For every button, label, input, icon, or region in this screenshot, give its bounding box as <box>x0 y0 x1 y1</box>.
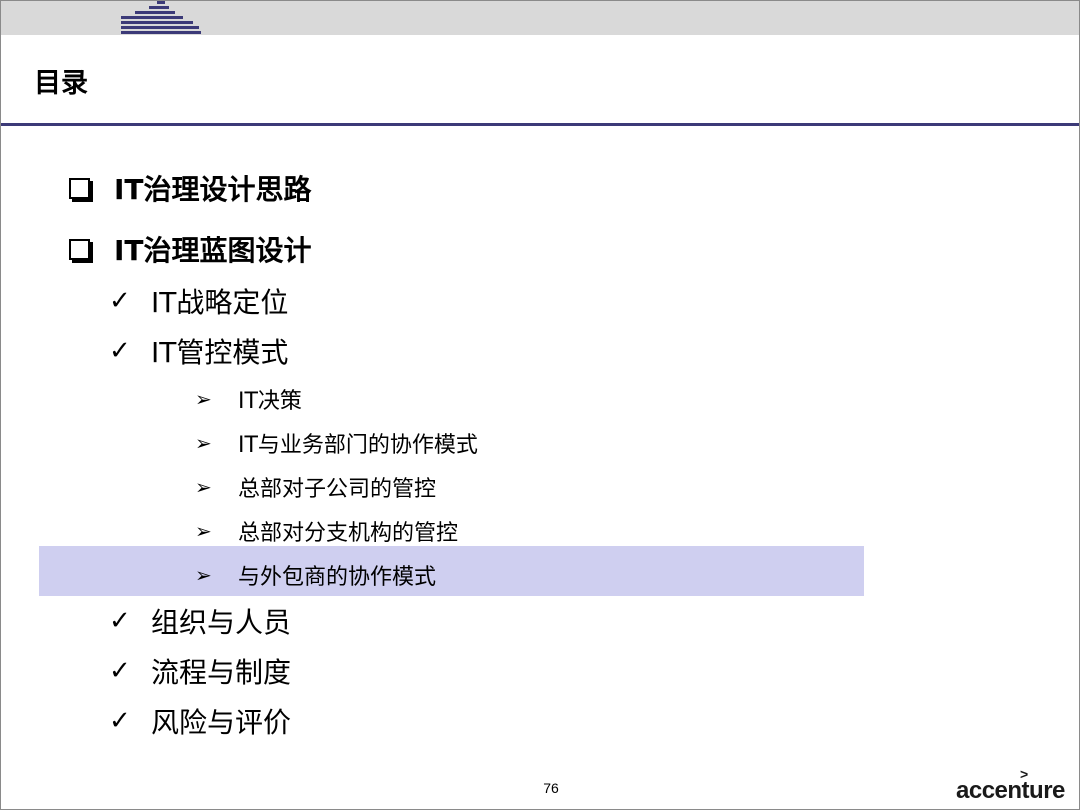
checkmark-icon: ✓ <box>109 606 131 636</box>
toc-item-label: IT治理蓝图设计 <box>114 234 312 267</box>
toc-item[interactable]: ✓ 流程与制度 <box>109 651 291 691</box>
title-divider <box>1 123 1079 126</box>
slide-title: 目录 <box>34 68 88 99</box>
toc-item-label: 总部对子公司的管控 <box>238 477 437 502</box>
current-section-highlight <box>39 546 864 596</box>
toc-item[interactable]: IT治理蓝图设计 <box>65 229 312 269</box>
page-number: 76 <box>543 780 559 796</box>
toc-item[interactable]: ➢ IT与业务部门的协作模式 <box>195 427 478 459</box>
toc-item-label: IT决策 <box>238 389 302 414</box>
toc-item[interactable]: ➢ IT决策 <box>195 383 302 415</box>
brand-wordmark: accenture <box>956 777 1065 804</box>
toc-item[interactable]: ✓ 风险与评价 <box>109 701 291 741</box>
arrowhead-icon: ➢ <box>195 431 212 455</box>
arrowhead-icon: ➢ <box>195 563 212 587</box>
toc-item[interactable]: ➢ 总部对子公司的管控 <box>195 471 436 503</box>
checkmark-icon: ✓ <box>109 336 131 366</box>
toc-item-label: IT与业务部门的协作模式 <box>238 433 478 458</box>
arrowhead-icon: ➢ <box>195 519 212 543</box>
toc-item-label: IT管控模式 <box>151 336 289 369</box>
toc-item-label: IT战略定位 <box>151 286 289 319</box>
toc-item-label: IT治理设计思路 <box>114 173 312 206</box>
toc-item-label: 流程与制度 <box>151 656 292 689</box>
toc-item[interactable]: ✓ IT战略定位 <box>109 281 288 321</box>
stripes-logo-icon <box>121 1 201 34</box>
checkmark-icon: ✓ <box>109 656 131 686</box>
checkbox-square-icon <box>69 238 90 260</box>
slide: 目录 IT治理设计思路 IT治理蓝图设计 ✓ IT战略定位 ✓ IT管控模式 ➢… <box>0 0 1080 810</box>
accenture-logo: > accenture <box>956 767 1070 803</box>
arrowhead-icon: ➢ <box>195 387 212 411</box>
toc-item[interactable]: ✓ 组织与人员 <box>109 601 291 641</box>
checkbox-square-icon <box>69 177 90 199</box>
toc-item-current[interactable]: ➢ 与外包商的协作模式 <box>195 559 436 591</box>
arrowhead-icon: ➢ <box>195 475 212 499</box>
toc-item-label: 总部对分支机构的管控 <box>238 521 459 546</box>
checkmark-icon: ✓ <box>109 286 131 316</box>
toc-item[interactable]: ✓ IT管控模式 <box>109 331 288 371</box>
toc-item-label: 组织与人员 <box>151 606 292 639</box>
toc-item[interactable]: IT治理设计思路 <box>65 168 312 208</box>
toc-item[interactable]: ➢ 总部对分支机构的管控 <box>195 515 458 547</box>
toc-item-label: 与外包商的协作模式 <box>238 565 437 590</box>
checkmark-icon: ✓ <box>109 706 131 736</box>
top-band <box>1 1 1079 35</box>
toc-item-label: 风险与评价 <box>151 706 292 739</box>
